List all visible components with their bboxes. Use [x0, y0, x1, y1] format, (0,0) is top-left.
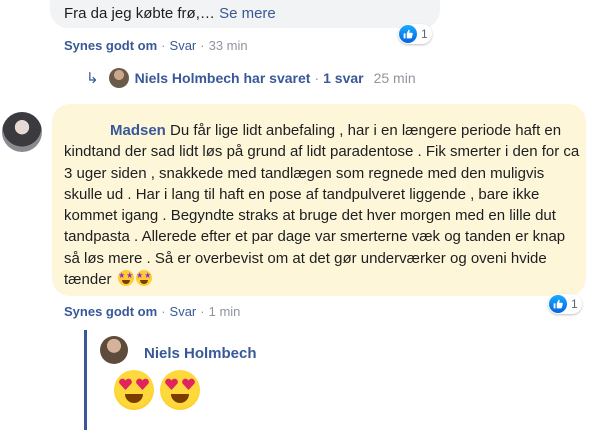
- heart-eyes-emoji: [160, 370, 200, 410]
- avatar[interactable]: [100, 336, 128, 364]
- comment-body: Du får lige lidt anbefaling , har i en l…: [64, 122, 580, 289]
- avatar: [108, 68, 129, 88]
- main-comment-actions: Synes godt om · Svar · 1 min: [64, 304, 241, 319]
- star-struck-emoji: [117, 270, 134, 287]
- timestamp[interactable]: 1 min: [209, 304, 241, 319]
- top-comment-text: Fra da jeg købte frø,… Se mere: [64, 5, 276, 22]
- replies-summary[interactable]: ↳ Niels Holmbech har svaret · 1 svar 25 …: [86, 68, 416, 88]
- star-struck-emoji: [135, 270, 152, 287]
- reaction-count: 1: [421, 27, 428, 41]
- like-button[interactable]: Synes godt om: [64, 304, 157, 319]
- avatar[interactable]: [2, 112, 42, 152]
- reaction-count: 1: [571, 297, 578, 311]
- reply-button[interactable]: Svar: [170, 304, 197, 319]
- top-comment-actions: Synes godt om · Svar · 33 min: [64, 38, 248, 53]
- reply-button[interactable]: Svar: [170, 38, 197, 53]
- reply-count[interactable]: 1 svar: [323, 70, 363, 86]
- replied-text[interactable]: Niels Holmbech har svaret: [135, 70, 311, 86]
- like-icon: [399, 25, 417, 43]
- reply-thread-line: [84, 330, 87, 430]
- reaction-summary[interactable]: 1: [398, 24, 432, 44]
- comment-text: Madsen Du får lige lidt anbefaling , har…: [64, 120, 584, 290]
- like-icon: [549, 295, 567, 313]
- see-more-link[interactable]: Se mere: [219, 5, 276, 22]
- heart-eyes-emoji: [114, 370, 154, 410]
- reply-arrow-icon: ↳: [86, 70, 99, 87]
- reply-author[interactable]: Niels Holmbech: [144, 345, 257, 362]
- comment-author[interactable]: Madsen: [110, 122, 166, 139]
- redacted-name: [64, 124, 110, 139]
- reply-time: 25 min: [373, 70, 416, 86]
- reaction-summary[interactable]: 1: [548, 294, 582, 314]
- timestamp[interactable]: 33 min: [209, 38, 248, 53]
- like-button[interactable]: Synes godt om: [64, 38, 157, 53]
